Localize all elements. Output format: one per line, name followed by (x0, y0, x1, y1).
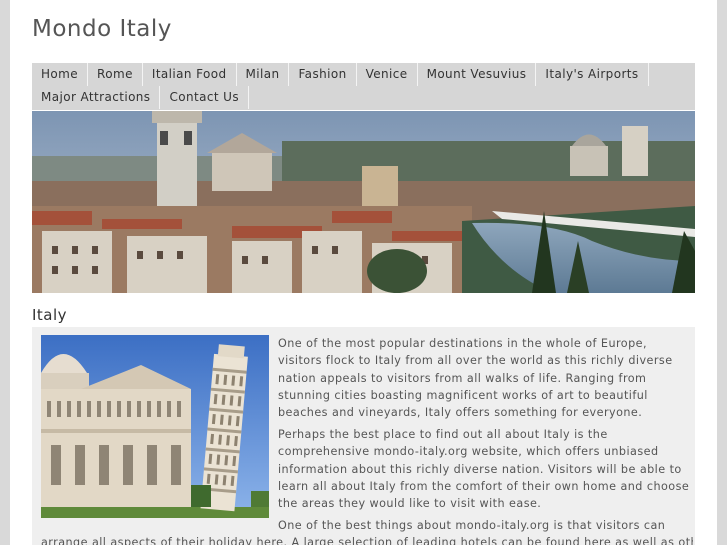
nav-item-milan[interactable]: Milan (237, 63, 290, 86)
nav-row-1: Home Rome Italian Food Milan Fashion Ven… (32, 63, 649, 86)
nav-item-venice[interactable]: Venice (357, 63, 418, 86)
nav-row-2: Major Attractions Contact Us (32, 86, 250, 109)
holiday-paragraph: One of the best things about mondo-italy… (278, 519, 666, 532)
nav-item-italys-airports[interactable]: Italy's Airports (536, 63, 649, 86)
nav-item-rome[interactable]: Rome (88, 63, 143, 86)
page: Mondo Italy Home Rome Italian Food Milan… (10, 0, 717, 545)
pisa-image (41, 335, 269, 518)
main-navigation: Home Rome Italian Food Milan Fashion Ven… (32, 63, 695, 110)
nav-item-italian-food[interactable]: Italian Food (143, 63, 237, 86)
nav-item-home[interactable]: Home (32, 63, 89, 86)
banner-image (32, 111, 695, 293)
intro-paragraph: One of the most popular destinations in … (278, 337, 673, 420)
nav-item-contact-us[interactable]: Contact Us (160, 86, 250, 109)
nav-item-major-attractions[interactable]: Major Attractions (32, 86, 161, 109)
pisa-tower-photo (41, 335, 269, 518)
nav-item-fashion[interactable]: Fashion (289, 63, 357, 86)
holiday-paragraph-continued: arrange all aspects of their holiday her… (41, 536, 693, 545)
website-paragraph: Perhaps the best place to find out all a… (278, 428, 690, 511)
nav-item-mount-vesuvius[interactable]: Mount Vesuvius (418, 63, 537, 86)
content-box: One of the most popular destinations in … (32, 327, 695, 545)
verona-panorama-photo (32, 111, 695, 293)
site-title[interactable]: Mondo Italy (32, 16, 172, 42)
section-heading: Italy (32, 306, 68, 324)
